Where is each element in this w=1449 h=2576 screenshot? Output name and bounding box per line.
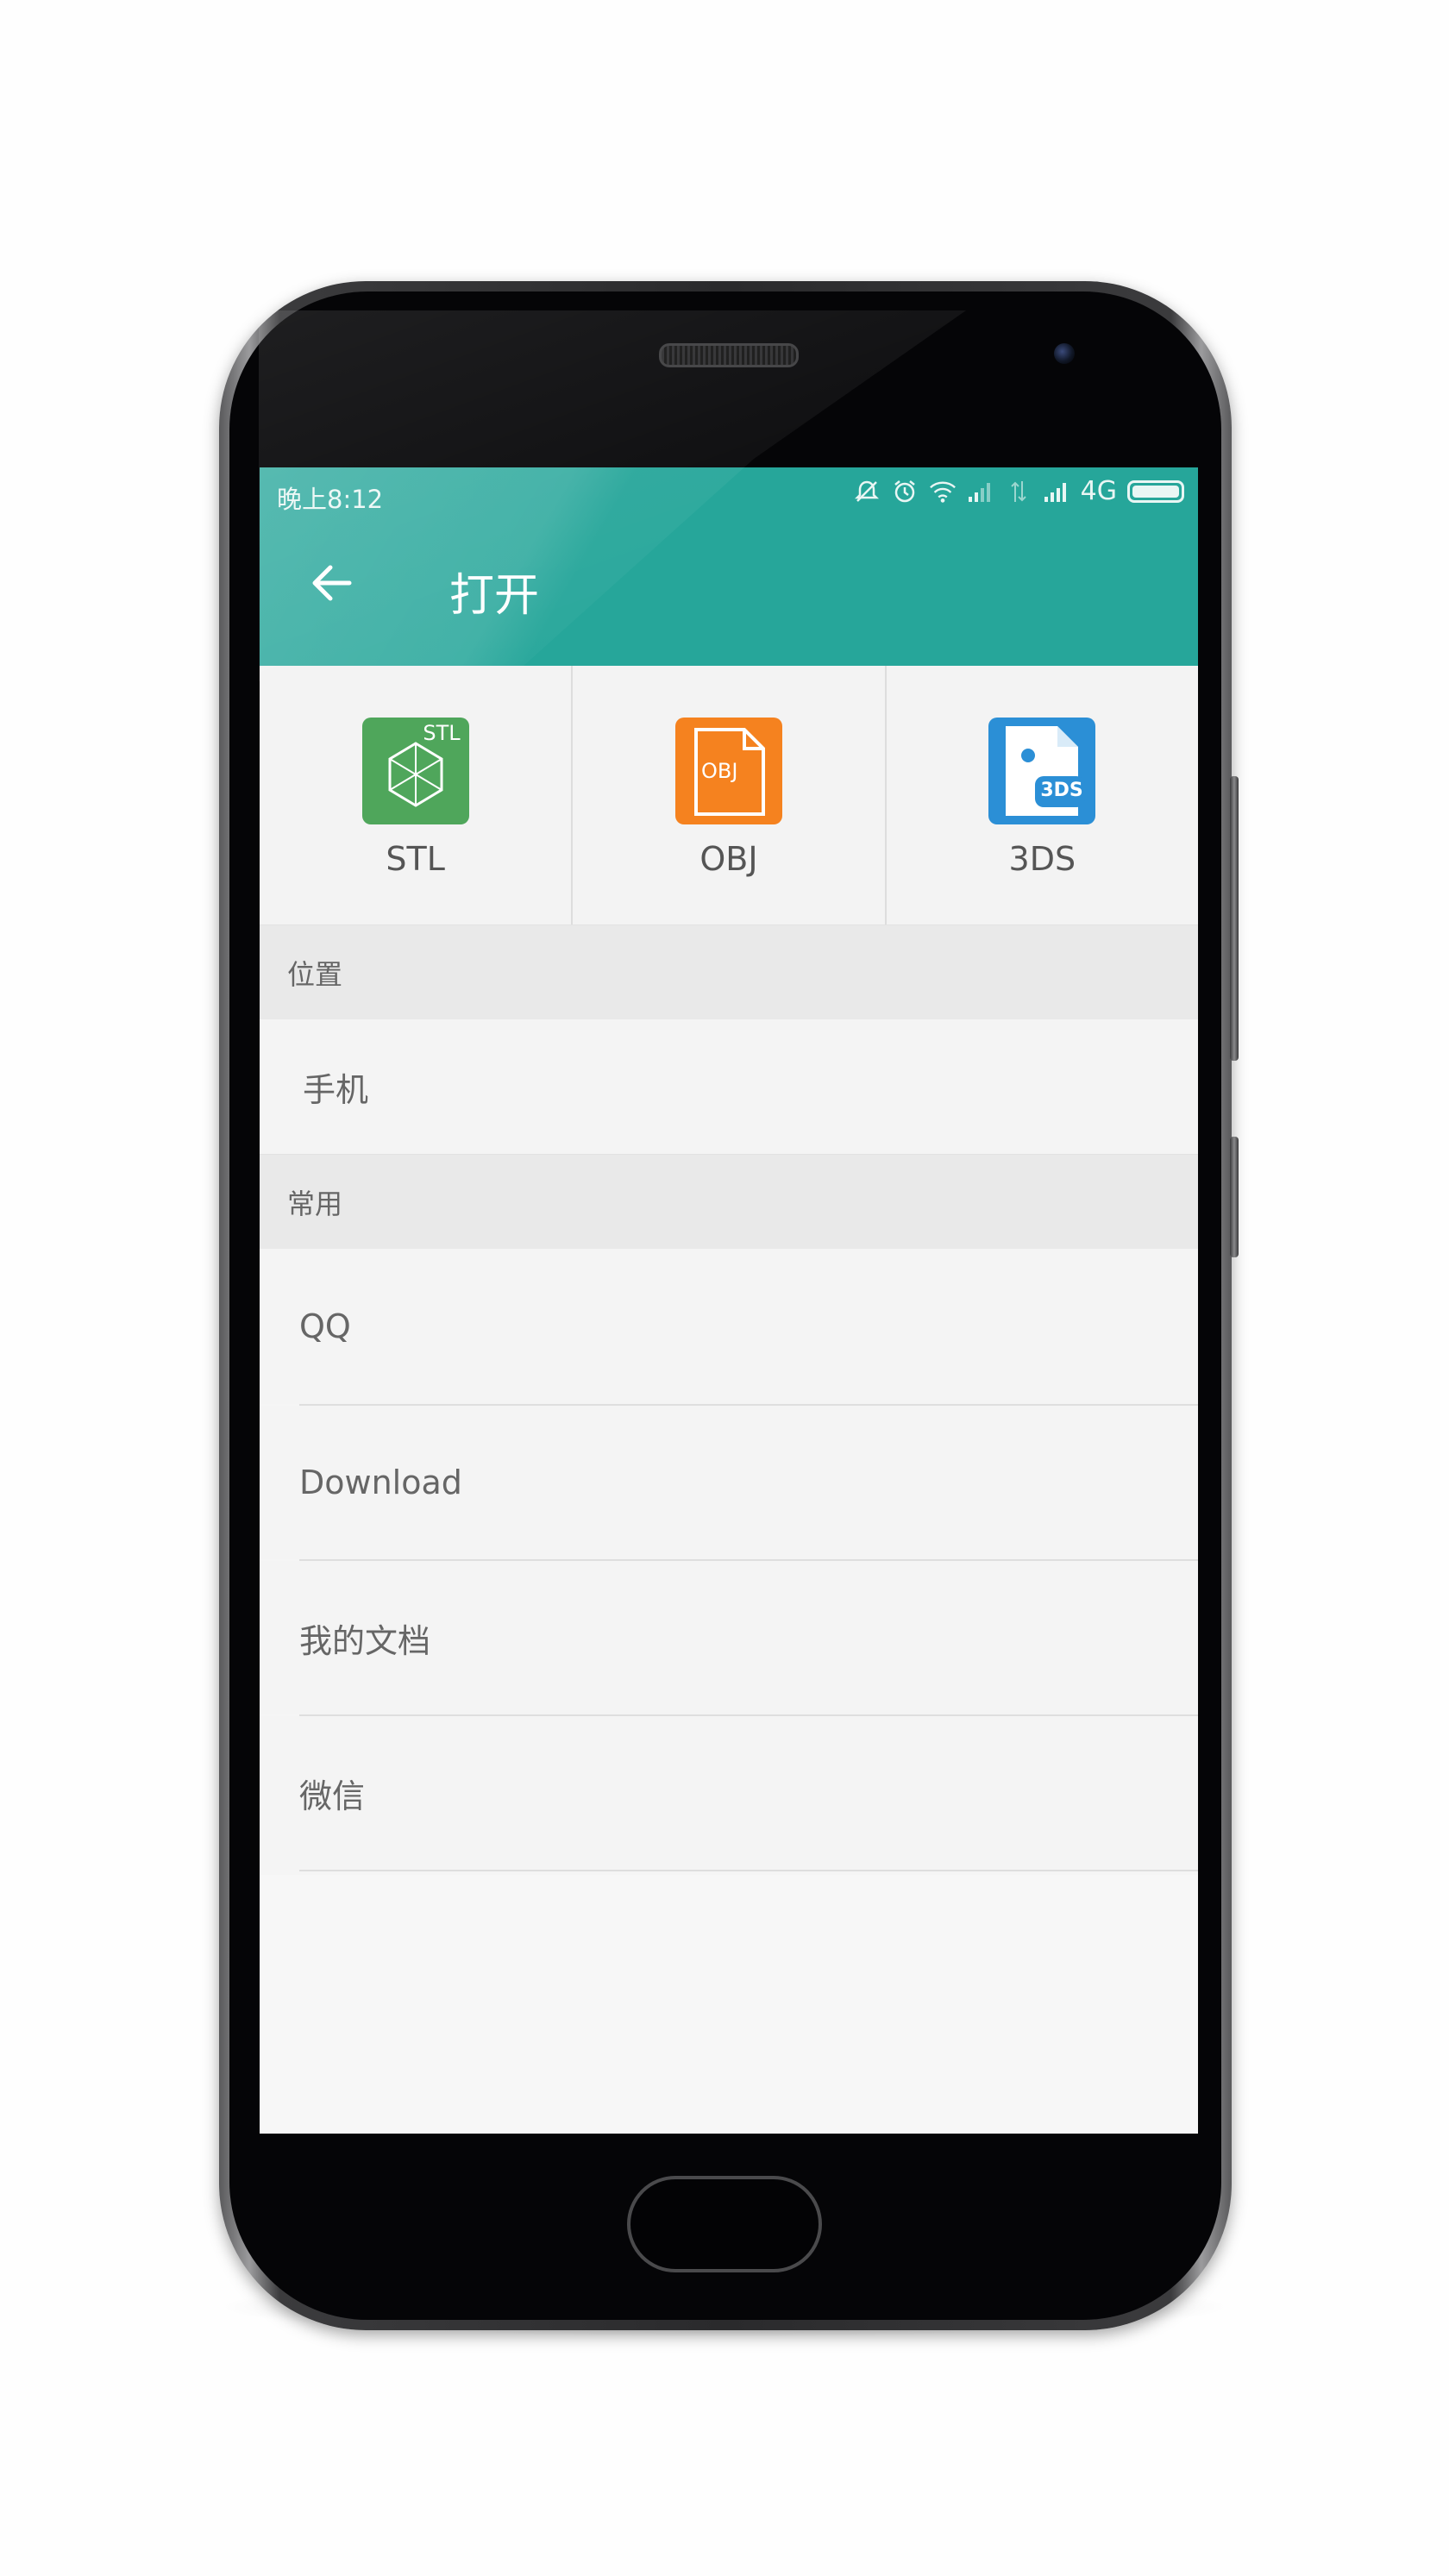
status-icons: 4G — [853, 476, 1184, 506]
divider — [299, 1870, 1198, 1871]
list-item-qq[interactable]: QQ — [260, 1249, 1198, 1404]
format-label-obj: OBJ — [699, 840, 758, 878]
status-bar: 晚上8:12 4G — [260, 467, 1198, 519]
power-button — [1230, 1137, 1239, 1257]
wifi-icon — [929, 478, 957, 505]
format-3ds[interactable]: 3DS 3DS — [887, 666, 1198, 924]
section-header-location: 位置 — [260, 924, 1198, 1019]
front-camera — [1054, 343, 1075, 364]
stage: 晚上8:12 4G 打开 STL STL OBJ OBJ 3DS 3DS 位置 … — [0, 0, 1449, 2576]
status-time: 晚上8:12 — [277, 485, 384, 514]
format-obj[interactable]: OBJ OBJ — [573, 666, 887, 924]
alarm-icon — [891, 478, 919, 505]
list-item-phone[interactable]: 手机 — [260, 1019, 1198, 1154]
3ds-file-icon: 3DS — [988, 718, 1096, 824]
back-button[interactable] — [304, 555, 360, 611]
data-arrows-icon — [1005, 478, 1032, 505]
network-type: 4G — [1080, 476, 1117, 506]
empty-area — [260, 1875, 1198, 2134]
list-item-my-documents[interactable]: 我的文档 — [260, 1561, 1198, 1714]
format-stl[interactable]: STL STL — [260, 666, 574, 924]
arrow-left-icon — [312, 565, 352, 601]
format-label-stl: STL — [386, 840, 445, 878]
3ds-icon-text: 3DS — [1040, 780, 1083, 801]
app-bar — [260, 519, 1198, 666]
stl-file-icon: STL — [361, 718, 469, 824]
screen: 晚上8:12 4G 打开 STL STL OBJ OBJ 3DS 3DS 位置 … — [260, 467, 1198, 2134]
obj-icon-text: OBJ — [700, 759, 738, 783]
obj-file-icon: OBJ — [674, 718, 782, 824]
home-button[interactable] — [627, 2176, 822, 2272]
signal-icon — [967, 478, 994, 505]
earpiece-speaker — [659, 343, 799, 367]
list-item-wechat[interactable]: 微信 — [260, 1716, 1198, 1870]
format-grid: STL STL OBJ OBJ 3DS 3DS — [260, 666, 1198, 924]
battery-icon — [1127, 479, 1184, 503]
format-label-3ds: 3DS — [1008, 840, 1076, 878]
stl-icon-text: STL — [423, 721, 461, 745]
volume-button — [1230, 776, 1239, 1061]
section-header-common: 常用 — [260, 1154, 1198, 1249]
signal-icon-2 — [1043, 478, 1070, 505]
list-item-download[interactable]: Download — [260, 1406, 1198, 1559]
mute-bell-icon — [853, 478, 881, 505]
page-title: 打开 — [449, 570, 540, 622]
